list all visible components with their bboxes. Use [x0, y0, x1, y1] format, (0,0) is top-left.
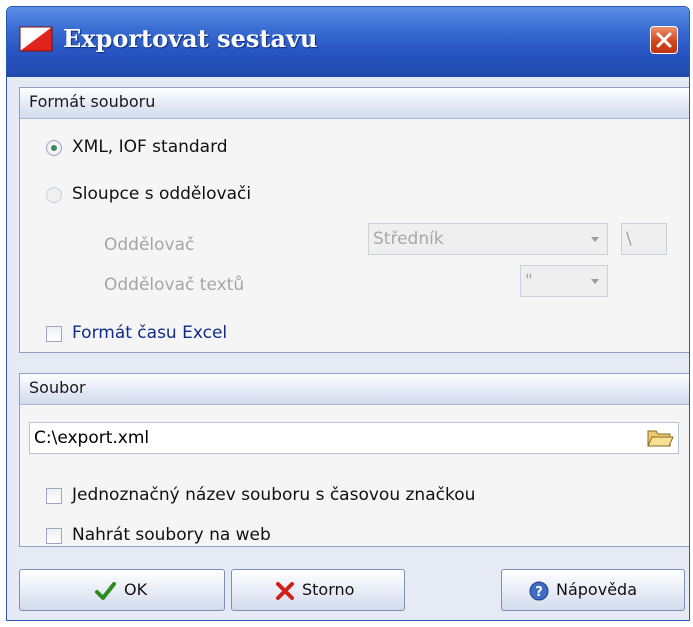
app-logo-icon: [19, 26, 53, 52]
unique-name-checkbox[interactable]: [46, 488, 62, 504]
text-separator-select[interactable]: ": [520, 265, 608, 297]
separator-custom-value: \: [626, 229, 632, 249]
separator-label: Oddělovač: [104, 235, 195, 255]
separator-select[interactable]: Středník: [368, 223, 608, 255]
dialog-title: Exportovat sestavu: [63, 24, 318, 53]
dialog-body: Formát souboru XML, IOF standard Sloupce…: [7, 77, 689, 620]
xml-iof-radio[interactable]: [46, 140, 62, 156]
file-header: Soubor: [20, 374, 689, 405]
file-path-input[interactable]: C:\export.xml: [29, 422, 679, 454]
excel-time-label: Formát času Excel: [72, 323, 228, 343]
help-icon: ?: [529, 581, 549, 601]
upload-web-label: Nahrát soubory na web: [72, 525, 271, 545]
columns-separator-radio[interactable]: [46, 187, 62, 203]
separator-value: Středník: [373, 229, 444, 249]
folder-icon[interactable]: [646, 426, 674, 450]
close-button[interactable]: [650, 26, 678, 54]
x-icon: [276, 582, 294, 600]
upload-web-checkbox[interactable]: [46, 528, 62, 544]
checkmark-icon: [95, 582, 116, 600]
cancel-label: Storno: [302, 580, 355, 599]
file-path-value: C:\export.xml: [34, 428, 150, 448]
ok-label: OK: [124, 580, 148, 599]
columns-separator-label: Sloupce s oddělovači: [72, 184, 252, 204]
close-icon: [656, 32, 672, 48]
cancel-button[interactable]: Storno: [231, 569, 405, 611]
ok-button[interactable]: OK: [19, 569, 225, 611]
svg-text:?: ?: [535, 585, 543, 600]
file-format-header: Formát souboru: [20, 88, 689, 119]
help-label: Nápověda: [556, 580, 637, 599]
text-separator-value: ": [525, 271, 533, 291]
chevron-down-icon: [591, 279, 599, 284]
title-bar[interactable]: Exportovat sestavu: [7, 7, 689, 77]
separator-custom-input[interactable]: \: [621, 223, 667, 255]
help-button[interactable]: ? Nápověda: [501, 569, 685, 611]
xml-iof-label: XML, IOF standard: [72, 137, 228, 157]
file-group: Soubor C:\export.xml Jednoznačný název s…: [19, 373, 689, 547]
chevron-down-icon: [591, 237, 599, 242]
text-separator-label: Oddělovač textů: [104, 275, 245, 295]
excel-time-checkbox[interactable]: [46, 326, 62, 342]
export-dialog: Exportovat sestavu Formát souboru XML, I…: [6, 6, 690, 621]
unique-name-label: Jednoznačný název souboru s časovou znač…: [72, 485, 476, 505]
file-format-group: Formát souboru XML, IOF standard Sloupce…: [19, 87, 689, 353]
